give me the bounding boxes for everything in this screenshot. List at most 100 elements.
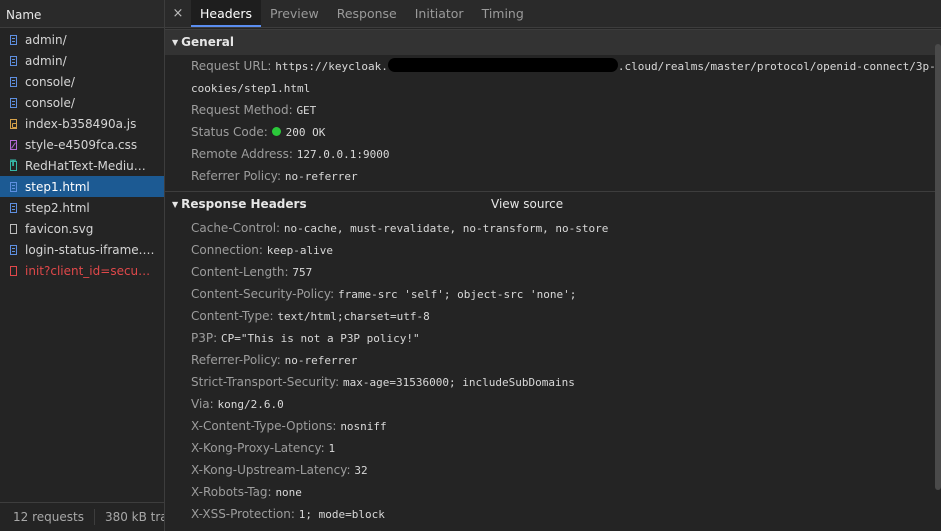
response-header-row: Connection: keep-alive [165,239,941,261]
response-header-key: Content-Security-Policy: [191,287,335,301]
request-url-line2: cookies/step1.html [191,82,311,95]
response-headers-section-header[interactable]: ▼ Response Headers View source [165,191,941,217]
general-title: General [181,35,234,49]
name-column-header[interactable]: Name [0,0,164,28]
request-list-item[interactable]: step1.html [0,176,164,197]
request-file-name: admin/ [25,32,67,47]
response-header-row: Content-Type: text/html;charset=utf-8 [165,305,941,327]
request-list-item[interactable]: console/ [0,92,164,113]
document-icon [10,34,17,45]
response-header-row: X-XSS-Protection: 1; mode=block [165,503,941,525]
response-header-key: Referrer-Policy: [191,353,281,367]
request-list-item[interactable]: index-b358490a.js [0,113,164,134]
response-header-row: X-Robots-Tag: none [165,481,941,503]
document-icon [10,76,17,87]
tab-timing[interactable]: Timing [473,0,533,27]
response-header-row: Content-Security-Policy: frame-src 'self… [165,283,941,305]
request-method-row: Request Method: GET [165,99,941,121]
document-icon [10,244,17,255]
response-header-value: 1; mode=block [298,508,385,521]
general-section-header[interactable]: ▼ General [165,29,941,55]
referrer-policy-row: Referrer Policy: no-referrer [165,165,941,187]
response-header-value: keep-alive [266,244,334,257]
response-header-value: no-referrer [284,354,358,367]
request-file-name: init?client_id=security-... [25,263,155,278]
response-header-row: Via: kong/2.6.0 [165,393,941,415]
response-header-key: Content-Length: [191,265,289,279]
request-url-key: Request URL: [191,59,272,73]
response-header-value: max-age=31536000; includeSubDomains [343,376,575,389]
response-header-row: Cache-Control: no-cache, must-revalidate… [165,217,941,239]
remote-address-key: Remote Address: [191,147,293,161]
request-list-item[interactable]: admin/ [0,50,164,71]
status-code-row: Status Code: 200 OK [165,121,941,143]
response-header-value: 757 [292,266,313,279]
request-list-item[interactable]: login-status-iframe.html [0,239,164,260]
request-file-name: step1.html [25,179,90,194]
status-footer: 12 requests 380 kB transf [0,502,164,531]
stylesheet-icon [10,139,17,150]
tab-initiator[interactable]: Initiator [406,0,473,27]
response-header-value: CP="This is not a P3P policy!" [220,332,420,345]
scrollbar[interactable] [935,44,941,490]
document-icon [10,97,17,108]
response-header-value: nosniff [340,420,387,433]
response-header-row: X-Content-Type-Options: nosniff [165,415,941,437]
response-header-key: X-XSS-Protection: [191,507,295,521]
response-header-row: Referrer-Policy: no-referrer [165,349,941,371]
request-url-suffix: .cloud/realms/master/protocol/openid-con… [617,60,936,73]
response-header-key: X-Content-Type-Options: [191,419,337,433]
request-list-item[interactable]: RedHatText-Medium-e... [0,155,164,176]
tab-response[interactable]: Response [328,0,406,27]
request-file-name: admin/ [25,53,67,68]
request-method-value: GET [296,104,317,117]
close-icon[interactable]: × [165,0,191,27]
status-ok-icon [271,127,281,136]
request-file-name: console/ [25,95,75,110]
request-count: 12 requests [0,509,95,525]
view-source-link[interactable]: View source [491,192,563,217]
response-header-value: text/html;charset=utf-8 [277,310,430,323]
response-header-value: no-cache, must-revalidate, no-transform,… [283,222,609,235]
expand-triangle-icon: ▼ [172,200,179,209]
redaction-mark [387,57,618,72]
request-list-item[interactable]: init?client_id=security-... [0,260,164,281]
request-list-item[interactable]: console/ [0,71,164,92]
status-code-key: Status Code: [191,125,268,139]
request-file-name: index-b358490a.js [25,116,137,131]
remote-address-row: Remote Address: 127.0.0.1:9000 [165,143,941,165]
response-headers-list: Cache-Control: no-cache, must-revalidate… [165,217,941,525]
request-list-item[interactable]: favicon.svg [0,218,164,239]
response-header-value: frame-src 'self'; object-src 'none'; [337,288,577,301]
response-header-value: 32 [354,464,368,477]
request-method-key: Request Method: [191,103,293,117]
remote-address-value: 127.0.0.1:9000 [296,148,390,161]
request-file-name: login-status-iframe.html [25,242,155,257]
response-header-key: X-Kong-Upstream-Latency: [191,463,351,477]
request-file-name: console/ [25,74,75,89]
tab-preview[interactable]: Preview [261,0,328,27]
request-list: admin/admin/console/console/index-b35849… [0,29,164,281]
request-list-item[interactable]: style-e4509fca.css [0,134,164,155]
response-headers-title: Response Headers [181,197,307,211]
image-icon [10,223,17,234]
response-header-value: kong/2.6.0 [217,398,284,411]
transferred-size: 380 kB transf [104,510,164,524]
response-header-value: none [275,486,302,499]
script-icon [10,118,17,129]
response-header-key: Strict-Transport-Security: [191,375,340,389]
request-list-item[interactable]: step2.html [0,197,164,218]
request-file-name: RedHatText-Medium-e... [25,158,155,173]
response-header-key: Via: [191,397,214,411]
request-details-panel: × Headers Preview Response Initiator Tim… [165,0,941,531]
response-header-key: P3P: [191,331,218,345]
details-tabbar: × Headers Preview Response Initiator Tim… [165,0,941,28]
headers-content: ▼ General Request URL: https://keycloak..… [165,29,941,531]
request-list-item[interactable]: admin/ [0,29,164,50]
request-file-name: style-e4509fca.css [25,137,138,152]
request-file-name: favicon.svg [25,221,94,236]
tab-headers[interactable]: Headers [191,0,262,27]
error-request-icon [10,265,17,276]
document-icon [10,55,17,66]
response-header-row: X-Kong-Upstream-Latency: 32 [165,459,941,481]
